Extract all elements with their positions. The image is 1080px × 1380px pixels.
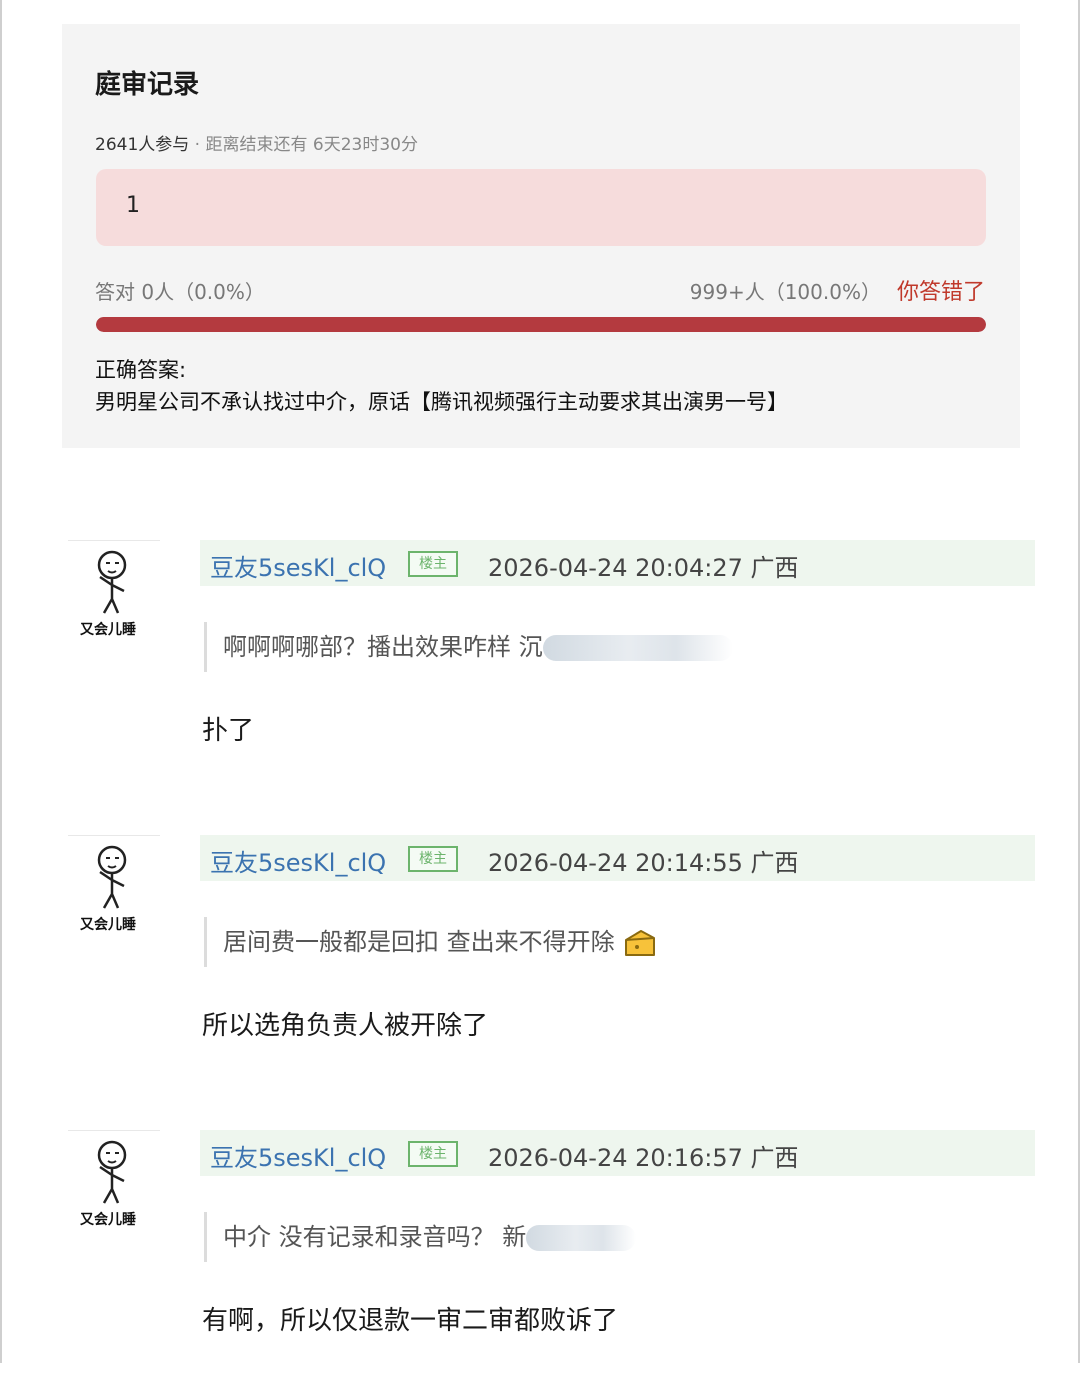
avatar-caption: 又会儿睡	[80, 1212, 136, 1228]
poll-correct-stat: 答对 0人（0.0%）	[95, 280, 265, 304]
avatar[interactable]: 又会儿睡	[68, 1130, 160, 1231]
comment-username[interactable]: 豆友5sesKl_clQ	[210, 1138, 386, 1173]
poll-progress-bar	[96, 317, 986, 332]
poll-wrong-text: 你答错了	[896, 280, 985, 305]
poll-meta-separator: ·	[189, 135, 206, 155]
quoted-text: 啊啊啊哪部？播出效果咋样 沉	[223, 633, 543, 661]
cheese-emoji-icon	[624, 930, 655, 956]
stick-figure-avatar-icon	[97, 1140, 127, 1204]
stick-figure-avatar-icon	[97, 550, 127, 614]
comment-username[interactable]: 豆友5sesKl_clQ	[210, 843, 386, 878]
comment-header: 豆友5sesKl_clQ 楼主 2026-04-24 20:16:57 广西	[200, 1130, 1035, 1176]
answer-text: 男明星公司不承认找过中介，原话【腾讯视频强行主动要求其出演男一号】	[95, 390, 788, 414]
poll-card: 庭审记录 2641人参与 · 距离结束还有 6天23时30分 1 答对 0人（0…	[62, 24, 1020, 448]
poll-participants: 2641人参与	[95, 135, 190, 155]
blurred-redaction	[526, 1225, 637, 1251]
avatar-caption: 又会儿睡	[80, 622, 136, 638]
comment-username[interactable]: 豆友5sesKl_clQ	[210, 548, 386, 583]
poll-title: 庭审记录	[95, 70, 200, 100]
quoted-text: 中介 没有记录和录音吗？ 新	[223, 1223, 527, 1251]
quoted-comment: 中介 没有记录和录音吗？ 新	[204, 1212, 637, 1262]
reply-text: 有啊，所以仅退款一审二审都败诉了	[202, 1306, 619, 1336]
comment-item: 又会儿睡 豆友5sesKl_clQ 楼主 2026-04-24 20:14:55…	[0, 835, 1080, 1085]
answer-label: 正确答案:	[95, 358, 187, 382]
poll-result: 999+人（100.0%） 你答错了	[690, 274, 985, 306]
avatar[interactable]: 又会儿睡	[68, 540, 160, 641]
op-badge: 楼主	[408, 551, 458, 577]
poll-option-label: 1	[126, 193, 140, 218]
quoted-comment: 居间费一般都是回扣 查出来不得开除	[204, 917, 657, 967]
comment-item: 又会儿睡 豆友5sesKl_clQ 楼主 2026-04-24 20:04:27…	[0, 540, 1080, 790]
poll-option[interactable]: 1	[96, 169, 986, 246]
poll-chosen-stat: 999+人（100.0%）	[689, 280, 881, 304]
op-badge: 楼主	[408, 1141, 458, 1167]
comment-timestamp: 2026-04-24 20:04:27 广西	[488, 554, 799, 582]
comment-timestamp: 2026-04-24 20:16:57 广西	[488, 1144, 799, 1172]
comment-header: 豆友5sesKl_clQ 楼主 2026-04-24 20:14:55 广西	[200, 835, 1035, 881]
reply-text: 所以选角负责人被开除了	[202, 1011, 489, 1041]
comment-item: 又会儿睡 豆友5sesKl_clQ 楼主 2026-04-24 20:16:57…	[0, 1130, 1080, 1380]
op-badge: 楼主	[408, 846, 458, 872]
reply-text: 扑了	[202, 716, 255, 746]
comment-header: 豆友5sesKl_clQ 楼主 2026-04-24 20:04:27 广西	[200, 540, 1035, 586]
avatar[interactable]: 又会儿睡	[68, 835, 160, 936]
poll-progress-fill	[96, 317, 986, 332]
avatar-caption: 又会儿睡	[80, 917, 136, 933]
comment-timestamp: 2026-04-24 20:14:55 广西	[488, 849, 799, 877]
quoted-text: 居间费一般都是回扣 查出来不得开除	[223, 928, 615, 956]
poll-meta: 2641人参与 · 距离结束还有 6天23时30分	[95, 130, 418, 155]
quoted-comment: 啊啊啊哪部？播出效果咋样 沉	[204, 622, 733, 672]
blurred-redaction	[542, 635, 733, 661]
stick-figure-avatar-icon	[97, 845, 127, 909]
poll-countdown: 距离结束还有 6天23时30分	[205, 135, 418, 155]
